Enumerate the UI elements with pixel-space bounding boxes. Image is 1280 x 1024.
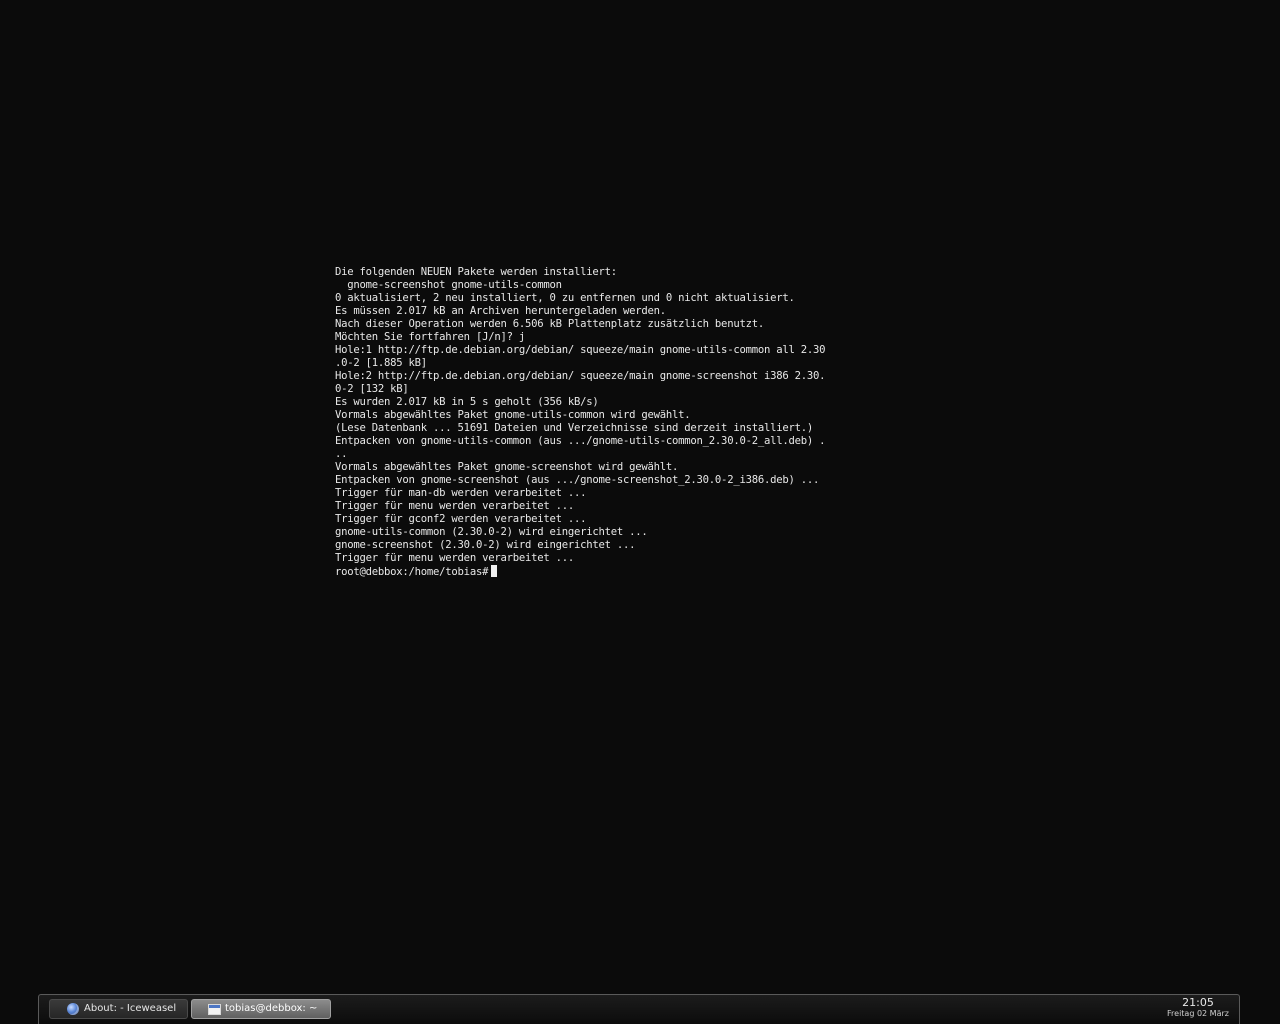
terminal-line: gnome-screenshot gnome-utils-common bbox=[335, 279, 562, 291]
globe-icon bbox=[67, 1003, 79, 1015]
taskbar-button-iceweasel[interactable]: About: - Iceweasel bbox=[49, 999, 188, 1019]
desktop: Die folgenden NEUEN Pakete werden instal… bbox=[0, 0, 1280, 994]
clock-date: Freitag 02 März bbox=[1167, 1009, 1229, 1018]
terminal-line: Vormals abgewähltes Paket gnome-utils-co… bbox=[335, 409, 691, 421]
terminal-line: Es müssen 2.017 kB an Archiven herunterg… bbox=[335, 305, 666, 317]
terminal-line: Trigger für gconf2 werden verarbeitet ..… bbox=[335, 513, 587, 525]
terminal-line: Möchten Sie fortfahren [J/n]? j bbox=[335, 331, 525, 343]
terminal-line: Nach dieser Operation werden 6.506 kB Pl… bbox=[335, 318, 764, 330]
terminal-line: gnome-screenshot (2.30.0-2) wird eingeri… bbox=[335, 539, 636, 551]
terminal-line: 0 aktualisiert, 2 neu installiert, 0 zu … bbox=[335, 292, 795, 304]
terminal-line: Trigger für man-db werden verarbeitet ..… bbox=[335, 487, 587, 499]
terminal-line: Entpacken von gnome-utils-common (aus ..… bbox=[335, 435, 826, 447]
terminal-line: gnome-utils-common (2.30.0-2) wird einge… bbox=[335, 526, 648, 538]
clock[interactable]: 21:05 Freitag 02 März bbox=[1163, 996, 1233, 1019]
terminal-prompt-line[interactable]: root@debbox:/home/tobias# bbox=[335, 565, 835, 578]
terminal-line: Vormals abgewähltes Paket gnome-screensh… bbox=[335, 461, 679, 473]
terminal-line: Entpacken von gnome-screenshot (aus .../… bbox=[335, 474, 820, 486]
taskbar-button-label: tobias@debbox: ~ bbox=[225, 1003, 318, 1014]
terminal-line: 0-2 [132 kB] bbox=[335, 383, 409, 395]
terminal-line: Es wurden 2.017 kB in 5 s geholt (356 kB… bbox=[335, 396, 599, 408]
terminal-line: (Lese Datenbank ... 51691 Dateien und Ve… bbox=[335, 422, 813, 434]
shell-prompt: root@debbox:/home/tobias# bbox=[335, 566, 489, 578]
terminal-line: Trigger für menu werden verarbeitet ... bbox=[335, 500, 574, 512]
terminal-line: Hole:2 http://ftp.de.debian.org/debian/ … bbox=[335, 370, 826, 382]
taskbar-button-terminal[interactable]: tobias@debbox: ~ bbox=[191, 999, 331, 1019]
text-cursor bbox=[491, 565, 498, 577]
taskbar: About: - Iceweasel tobias@debbox: ~ 21:0… bbox=[38, 994, 1240, 1024]
terminal-line: Trigger für menu werden verarbeitet ... bbox=[335, 552, 574, 564]
taskbar-button-label: About: - Iceweasel bbox=[84, 1003, 177, 1014]
terminal-line: Die folgenden NEUEN Pakete werden instal… bbox=[335, 266, 617, 278]
terminal-line: .. bbox=[335, 448, 348, 460]
clock-time: 21:05 bbox=[1182, 996, 1214, 1009]
terminal-window-icon bbox=[208, 1004, 221, 1015]
terminal-line: .0-2 [1.885 kB] bbox=[335, 357, 427, 369]
terminal-line: Hole:1 http://ftp.de.debian.org/debian/ … bbox=[335, 344, 826, 356]
terminal-output[interactable]: Die folgenden NEUEN Pakete werden instal… bbox=[335, 266, 835, 578]
